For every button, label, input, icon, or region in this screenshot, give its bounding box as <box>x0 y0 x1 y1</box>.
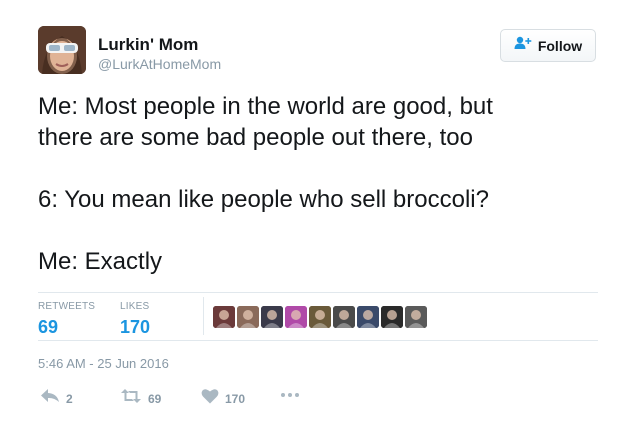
user-handle[interactable]: @LurkAtHomeMom <box>98 56 221 72</box>
heart-icon <box>201 388 219 409</box>
tweet-line: there are some bad people out there, too <box>38 124 473 151</box>
retweet-count: 69 <box>148 391 162 406</box>
like-button[interactable]: 170 <box>201 388 245 409</box>
stat-separator <box>203 297 204 335</box>
divider <box>38 340 598 341</box>
retweet-icon <box>120 388 142 409</box>
retweets-stat[interactable]: RETWEETS 69 <box>38 301 95 338</box>
liker-avatar[interactable] <box>213 306 235 328</box>
retweets-label: RETWEETS <box>38 301 96 312</box>
liker-avatar[interactable] <box>309 306 331 328</box>
likes-stat[interactable]: LIKES 170 <box>120 301 150 338</box>
divider <box>38 292 598 293</box>
liker-avatar[interactable] <box>237 306 259 328</box>
avatar[interactable] <box>38 26 86 74</box>
tweet-text: Me: Most people in the world are good, b… <box>38 91 598 277</box>
liker-avatar[interactable] <box>381 306 403 328</box>
more-button[interactable] <box>280 388 300 407</box>
tweet-line: Me: Exactly <box>38 248 163 275</box>
timestamp[interactable]: 5:46 AM - 25 Jun 2016 <box>38 356 169 371</box>
avatar-image <box>38 26 86 74</box>
liker-avatar[interactable] <box>261 306 283 328</box>
liker-avatars <box>213 306 427 328</box>
display-name[interactable]: Lurkin' Mom <box>98 35 198 55</box>
retweets-count: 69 <box>38 317 59 337</box>
like-count: 170 <box>225 391 246 406</box>
more-icon <box>280 388 300 407</box>
likes-count: 170 <box>120 317 151 337</box>
tweet-line: 6: You mean like people who sell broccol… <box>38 186 489 213</box>
liker-avatar[interactable] <box>357 306 379 328</box>
follow-button-label: Follow <box>537 37 583 54</box>
follow-button[interactable]: Follow <box>500 29 596 62</box>
reply-icon <box>40 388 60 409</box>
tweet-line: Me: Most people in the world are good, b… <box>38 93 493 120</box>
reply-button[interactable]: 2 <box>40 388 73 409</box>
liker-avatar[interactable] <box>333 306 355 328</box>
liker-avatar[interactable] <box>285 306 307 328</box>
reply-count: 2 <box>66 391 73 406</box>
likes-label: LIKES <box>120 301 150 312</box>
liker-avatar[interactable] <box>405 306 427 328</box>
add-user-icon <box>514 36 532 55</box>
tweet-card: Lurkin' Mom @LurkAtHomeMom Follow Me: Mo… <box>0 0 635 434</box>
retweet-button[interactable]: 69 <box>120 388 161 409</box>
